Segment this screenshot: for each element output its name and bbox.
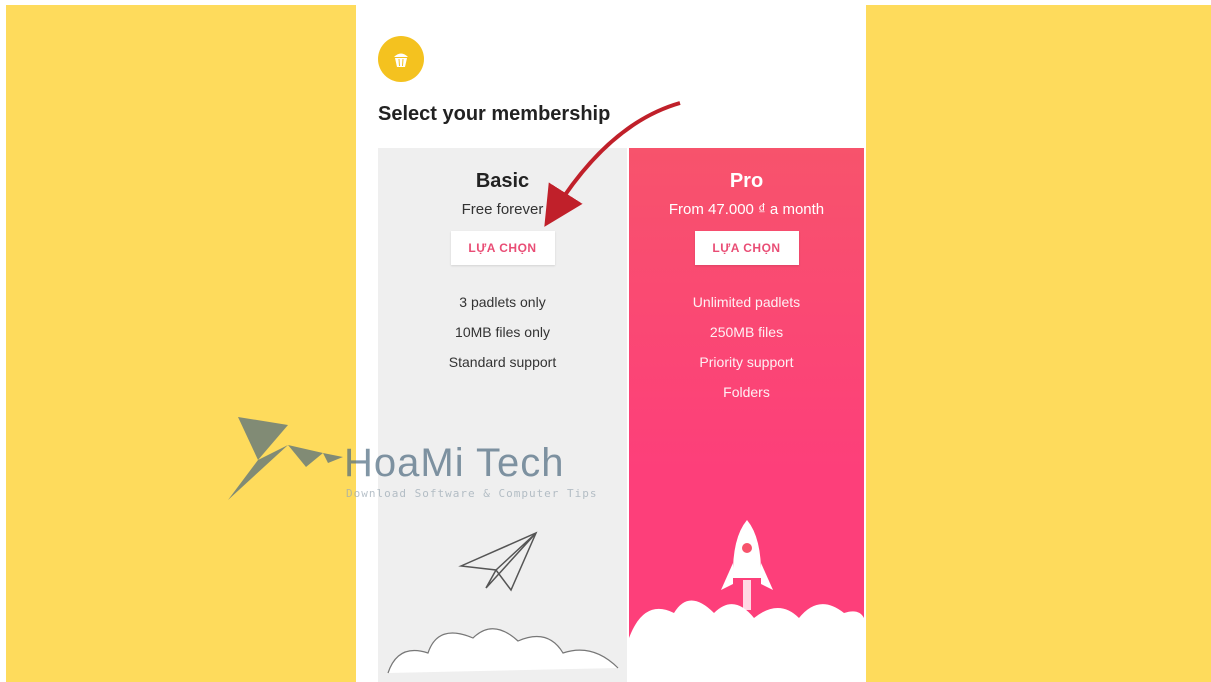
select-basic-button[interactable]: LỰA CHỌN [450, 231, 555, 265]
annotation-arrow-icon [544, 101, 681, 227]
feature-item: Priority support [699, 354, 794, 370]
cupcake-icon [378, 36, 424, 82]
watermark-tagline: Download Software & Computer Tips [346, 487, 598, 500]
paper-plane-icon [458, 531, 538, 592]
feature-item: 10MB files only [455, 324, 550, 340]
select-pro-button[interactable]: LỰA CHỌN [694, 231, 799, 265]
watermark-brand: HoaMi Tech [344, 441, 565, 485]
feature-item: 250MB files [709, 324, 784, 340]
plan-card-pro: Pro From 47.000 ₫ a month LỰA CHỌN Unlim… [629, 148, 864, 682]
feature-item: Unlimited padlets [692, 294, 801, 310]
feature-item: 3 padlets only [459, 294, 546, 310]
background-right [866, 5, 1211, 682]
feature-item: Folders [723, 384, 770, 400]
feature-list: Unlimited padlets 250MB files Priority s… [629, 287, 864, 407]
clouds-icon [629, 600, 864, 682]
clouds-icon [387, 628, 619, 674]
background-left [6, 5, 356, 682]
watermark-logo-icon [228, 417, 343, 500]
feature-list: 3 padlets only 10MB files only Standard … [378, 287, 627, 377]
feature-item: Standard support [448, 354, 557, 370]
watermark: HoaMi Tech Download Software & Computer … [228, 415, 628, 505]
